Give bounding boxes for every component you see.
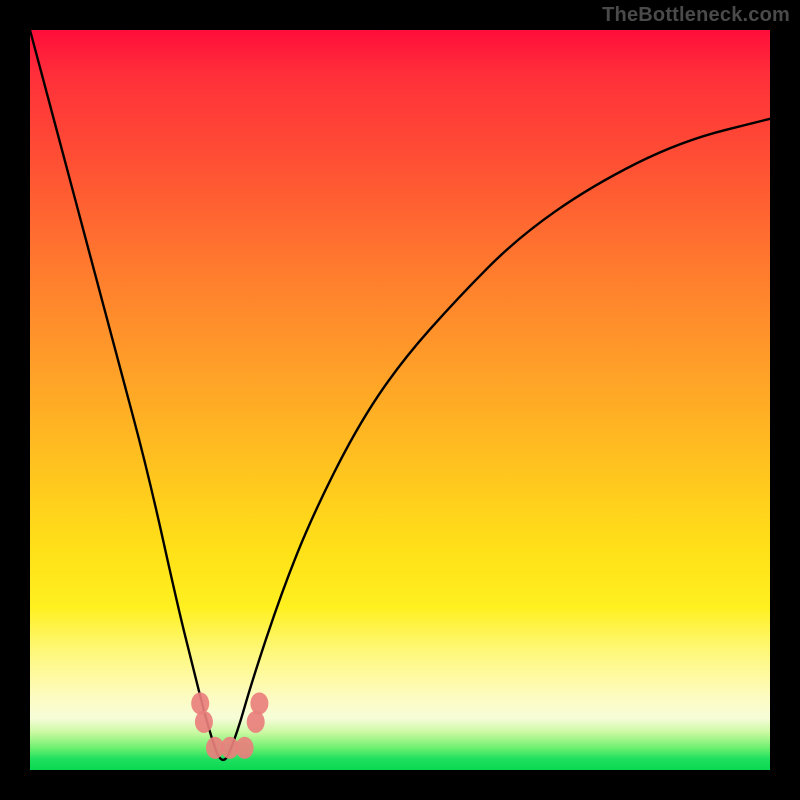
bottleneck-curve [30, 30, 770, 760]
plot-area [30, 30, 770, 770]
curve-marker [236, 737, 254, 759]
curve-marker [250, 692, 268, 714]
curve-marker [195, 711, 213, 733]
curve-svg [30, 30, 770, 770]
watermark-text: TheBottleneck.com [602, 4, 790, 27]
chart-frame: TheBottleneck.com [0, 0, 800, 800]
marker-group [191, 692, 268, 758]
curve-marker [191, 692, 209, 714]
curve-marker [247, 711, 265, 733]
